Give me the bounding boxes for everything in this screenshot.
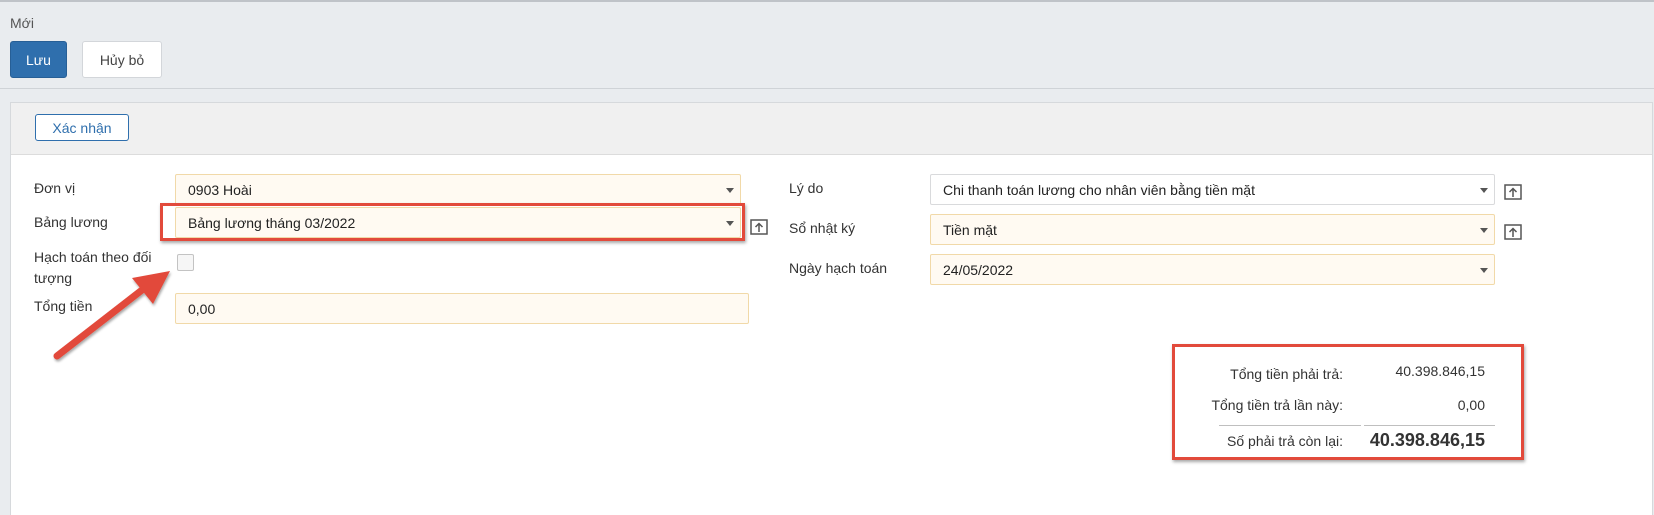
chevron-down-icon[interactable] [1480, 188, 1488, 193]
chevron-down-icon[interactable] [1480, 228, 1488, 233]
divider [0, 88, 1654, 89]
save-button[interactable]: Lưu [10, 41, 67, 78]
ly-do-select[interactable]: Chi thanh toán lương cho nhân viên bằng … [930, 174, 1495, 205]
cancel-button[interactable]: Hủy bỏ [82, 41, 162, 78]
don-vi-select[interactable]: 0903 Hoài [175, 174, 741, 205]
so-nhat-ky-label: Sổ nhật ký [789, 220, 856, 236]
tong-tien-value: 0,00 [188, 300, 216, 317]
chevron-down-icon[interactable] [1480, 268, 1488, 273]
open-list-icon[interactable] [1503, 222, 1523, 242]
hach-toan-label-line1: Hạch toán theo đối [34, 249, 152, 265]
don-vi-label: Đơn vị [34, 180, 76, 196]
bang-luong-label: Bảng lương [34, 214, 108, 230]
ly-do-value: Chi thanh toán lương cho nhân viên bằng … [943, 181, 1255, 198]
page-title: Mới [10, 15, 34, 31]
top-border [0, 0, 1654, 2]
hach-toan-checkbox[interactable] [177, 254, 194, 271]
ly-do-label: Lý do [789, 180, 824, 196]
don-vi-value: 0903 Hoài [188, 181, 252, 198]
highlight-box-bang-luong [160, 203, 745, 241]
confirm-button[interactable]: Xác nhận [35, 114, 129, 141]
highlight-box-summary [1172, 344, 1524, 460]
chevron-down-icon[interactable] [726, 188, 734, 193]
ngay-hach-toan-picker[interactable]: 24/05/2022 [930, 254, 1495, 285]
ngay-hach-toan-label: Ngày hạch toán [789, 260, 888, 276]
red-arrow-icon [53, 271, 170, 360]
so-nhat-ky-select[interactable]: Tiền mặt [930, 214, 1495, 245]
tong-tien-input[interactable]: 0,00 [175, 293, 749, 324]
panel-toolbar: Xác nhận [11, 103, 1652, 155]
open-list-icon[interactable] [749, 217, 769, 237]
ngay-hach-toan-value: 24/05/2022 [943, 261, 1014, 278]
so-nhat-ky-value: Tiền mặt [943, 221, 997, 238]
open-list-icon[interactable] [1503, 182, 1523, 202]
